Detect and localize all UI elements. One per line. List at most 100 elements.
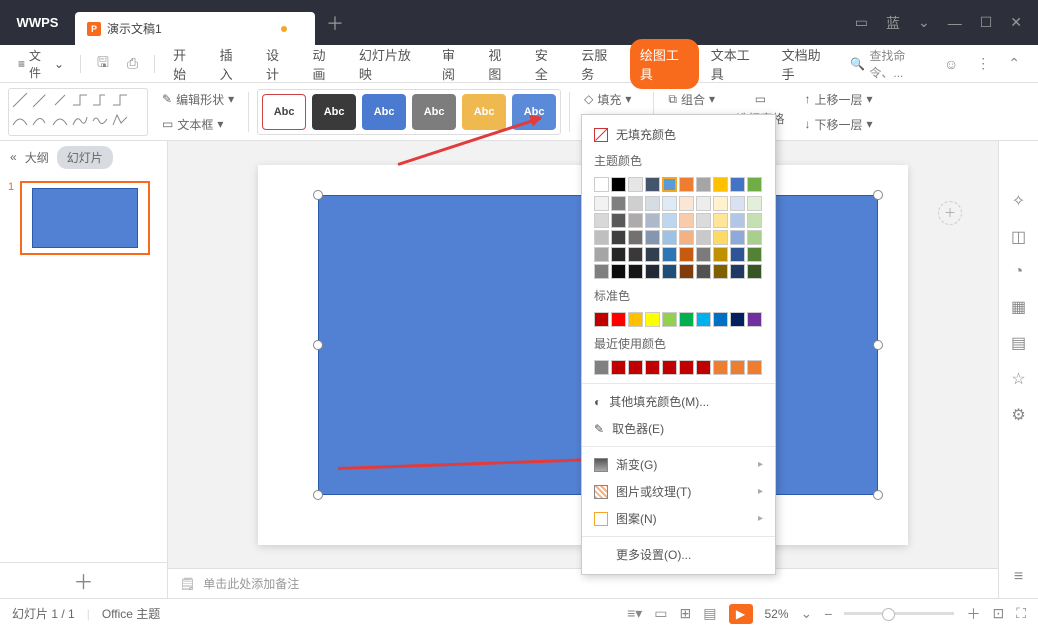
color-swatch[interactable] — [713, 230, 728, 245]
tune-icon[interactable]: ≡ — [1014, 568, 1023, 586]
zoom-level[interactable]: 52% — [765, 607, 789, 621]
menu-start[interactable]: 开始 — [163, 39, 207, 89]
outline-tab[interactable]: 大纲 — [25, 149, 49, 166]
menu-slideshow[interactable]: 幻灯片放映 — [349, 39, 430, 89]
menu-view[interactable]: 视图 — [478, 39, 522, 89]
resize-handle-bl[interactable] — [313, 490, 323, 500]
color-swatch[interactable] — [713, 213, 728, 228]
color-swatch[interactable] — [611, 177, 626, 192]
expand-button[interactable]: ⛶ — [1016, 605, 1026, 622]
color-swatch[interactable] — [679, 264, 694, 279]
color-swatch[interactable] — [611, 312, 626, 327]
add-slide-button[interactable]: ＋ — [0, 562, 167, 598]
user-badge[interactable]: 蓝 — [886, 13, 900, 33]
color-swatch[interactable] — [662, 213, 677, 228]
color-swatch[interactable] — [628, 247, 643, 262]
resize-handle-mr[interactable] — [873, 340, 883, 350]
color-swatch[interactable] — [611, 196, 626, 211]
edit-shape-button[interactable]: ✎ 编辑形状 ▾ — [156, 89, 240, 110]
color-swatch[interactable] — [679, 247, 694, 262]
eyedropper-option[interactable]: ✎ 取色器(E) — [582, 415, 775, 442]
color-swatch[interactable] — [730, 177, 745, 192]
color-swatch[interactable] — [662, 264, 677, 279]
slides-tab[interactable]: 幻灯片 — [57, 146, 113, 169]
color-swatch[interactable] — [611, 264, 626, 279]
color-swatch[interactable] — [611, 213, 626, 228]
style-swatch-4[interactable]: Abc — [462, 94, 506, 130]
gradient-option[interactable]: 渐变(G)▸ — [582, 451, 775, 478]
color-swatch[interactable] — [730, 247, 745, 262]
pattern-option[interactable]: 图案(N)▸ — [582, 505, 775, 532]
zoom-in-button[interactable]: ＋ — [966, 604, 980, 624]
color-swatch[interactable] — [730, 264, 745, 279]
save-icon[interactable]: 🖫 — [89, 48, 117, 80]
color-swatch[interactable] — [679, 230, 694, 245]
menu-insert[interactable]: 插入 — [210, 39, 254, 89]
color-swatch[interactable] — [662, 230, 677, 245]
color-swatch[interactable] — [679, 177, 694, 192]
minimize-button[interactable]: — — [948, 15, 962, 31]
color-swatch[interactable] — [594, 312, 609, 327]
smiley-icon[interactable]: ☺ — [936, 52, 966, 76]
color-swatch[interactable] — [713, 360, 728, 375]
panel-collapse[interactable]: « — [10, 150, 17, 164]
app-dropdown-icon[interactable]: ⌄ — [918, 14, 930, 31]
bring-forward-button[interactable]: ↑ 上移一层 ▾ — [798, 89, 878, 110]
color-swatch[interactable] — [696, 230, 711, 245]
document-tab[interactable]: P 演示文稿1 — [75, 12, 315, 45]
color-swatch[interactable] — [662, 247, 677, 262]
shape-props-icon[interactable]: ◫ — [1011, 227, 1026, 247]
color-swatch[interactable] — [645, 264, 660, 279]
print-icon[interactable]: ⎙ — [119, 51, 146, 76]
color-swatch[interactable] — [696, 177, 711, 192]
color-swatch[interactable] — [662, 196, 677, 211]
color-swatch[interactable] — [594, 230, 609, 245]
resize-handle-tl[interactable] — [313, 190, 323, 200]
collapse-ribbon-icon[interactable]: ⌃ — [1000, 51, 1028, 76]
menu-draw-tools[interactable]: 绘图工具 — [630, 39, 699, 89]
menu-security[interactable]: 安全 — [525, 39, 569, 89]
color-swatch[interactable] — [628, 264, 643, 279]
color-swatch[interactable] — [747, 177, 762, 192]
color-swatch[interactable] — [594, 264, 609, 279]
text-box-button[interactable]: ▭ 文本框 ▾ — [156, 114, 240, 135]
color-swatch[interactable] — [696, 213, 711, 228]
send-backward-button[interactable]: ↓ 下移一层 ▾ — [798, 114, 878, 135]
command-search[interactable]: 🔍 查找命令、... — [850, 47, 934, 81]
line-shape-gallery[interactable] — [8, 88, 148, 136]
color-swatch[interactable] — [730, 213, 745, 228]
color-swatch[interactable] — [696, 312, 711, 327]
color-swatch[interactable] — [747, 247, 762, 262]
color-swatch[interactable] — [747, 213, 762, 228]
color-swatch[interactable] — [730, 360, 745, 375]
color-swatch[interactable] — [730, 196, 745, 211]
color-swatch[interactable] — [679, 213, 694, 228]
color-swatch[interactable] — [696, 196, 711, 211]
color-swatch[interactable] — [747, 264, 762, 279]
color-swatch[interactable] — [713, 247, 728, 262]
resize-handle-br[interactable] — [873, 490, 883, 500]
color-swatch[interactable] — [645, 230, 660, 245]
zoom-slider[interactable] — [844, 612, 954, 615]
menu-animation[interactable]: 动画 — [302, 39, 346, 89]
color-swatch[interactable] — [730, 312, 745, 327]
color-swatch[interactable] — [628, 213, 643, 228]
color-swatch[interactable] — [747, 312, 762, 327]
style-swatch-0[interactable]: Abc — [262, 94, 306, 130]
resource-icon[interactable]: ▤ — [1011, 333, 1026, 353]
color-swatch[interactable] — [645, 247, 660, 262]
color-swatch[interactable] — [747, 360, 762, 375]
template-icon[interactable]: ▦ — [1011, 297, 1026, 317]
color-swatch[interactable] — [594, 247, 609, 262]
normal-view-icon[interactable]: ▭ — [654, 605, 667, 622]
color-swatch[interactable] — [713, 196, 728, 211]
color-swatch[interactable] — [713, 177, 728, 192]
close-button[interactable]: ✕ — [1010, 14, 1022, 31]
color-swatch[interactable] — [611, 247, 626, 262]
menu-design[interactable]: 设计 — [256, 39, 300, 89]
sorter-view-icon[interactable]: ⊞ — [680, 605, 692, 622]
texture-option[interactable]: 图片或纹理(T)▸ — [582, 478, 775, 505]
zoom-dropdown-icon[interactable]: ⌄ — [801, 605, 813, 622]
resize-handle-tr[interactable] — [873, 190, 883, 200]
reading-view-icon[interactable]: ▤ — [703, 605, 716, 622]
